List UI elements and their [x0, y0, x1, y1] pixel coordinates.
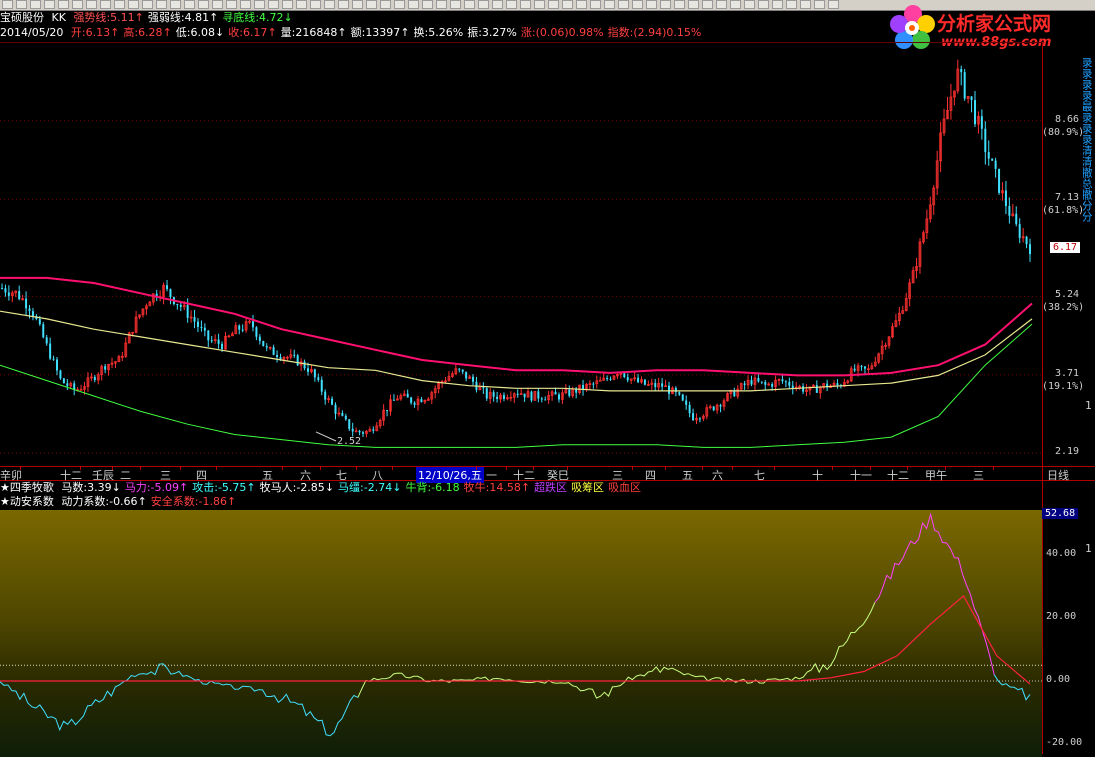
sub-tick-label: 40.00 — [1046, 547, 1077, 559]
dynamic-line-cyan-end — [993, 674, 1031, 701]
dynamic-line-magenta — [874, 512, 995, 675]
sub-tick-label: 20.00 — [1046, 610, 1077, 622]
sub-tick-label: -20.00 — [1046, 737, 1083, 748]
dynamic-line-green — [357, 602, 876, 699]
sub-tick-label: 52.68 — [1042, 508, 1079, 519]
dynamic-line-cyan — [0, 663, 359, 737]
sub-chart — [0, 512, 1042, 737]
sub-tick-label: 0.00 — [1046, 673, 1071, 685]
safety-line — [0, 594, 1031, 685]
